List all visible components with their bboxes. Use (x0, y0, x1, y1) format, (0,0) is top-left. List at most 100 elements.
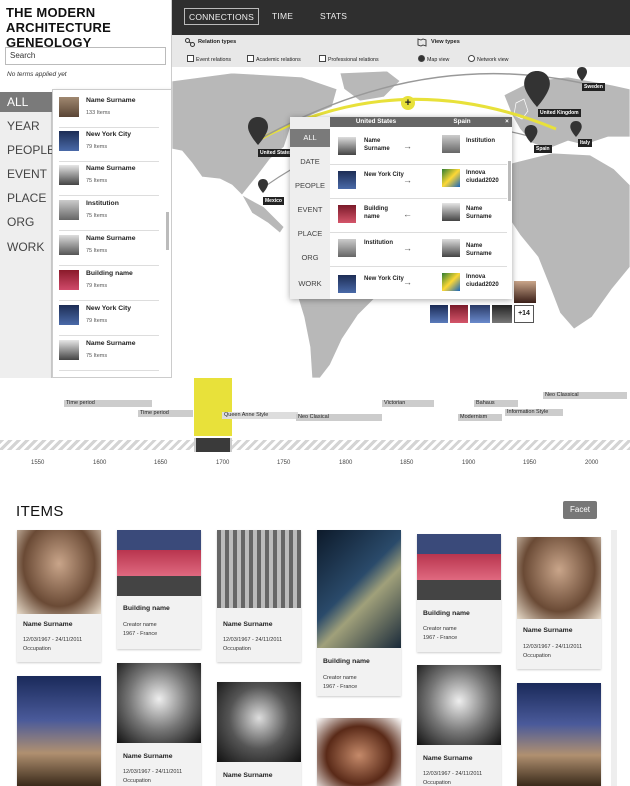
timeline-track[interactable] (0, 438, 630, 452)
checkbox-icon[interactable] (187, 55, 194, 62)
time-period-bar[interactable]: Bahaus (474, 400, 518, 407)
arrow-right-icon: → (403, 243, 412, 253)
building-photo (117, 530, 201, 596)
time-period-bar[interactable]: Time period (64, 400, 152, 407)
popup-filter-work[interactable]: WORK (290, 275, 330, 293)
cluster-photo[interactable] (430, 305, 448, 323)
popup-filter-date[interactable]: DATE (290, 153, 330, 171)
more-photos-button[interactable]: +14 (514, 305, 534, 323)
map-pin-icon[interactable] (524, 125, 538, 143)
item-card[interactable]: Name Surname 12/03/1967 - 24/11/2011 Occ… (217, 530, 301, 662)
item-card[interactable]: Name Surname 12/03/1967 - 24/11/2011 Occ… (517, 537, 601, 669)
map-plus-button[interactable]: + (401, 96, 415, 110)
popup-scrollbar[interactable] (508, 161, 511, 201)
search-input[interactable]: Search (5, 47, 166, 65)
timeline-range-handle[interactable] (194, 438, 232, 452)
network-view-radio[interactable]: Network view (468, 55, 509, 63)
list-item[interactable]: Name Surname 75 Items (59, 162, 159, 196)
list-scrollbar[interactable] (166, 212, 169, 250)
timeline-selection[interactable] (194, 378, 232, 436)
institution-photo-icon (59, 200, 79, 220)
connection-row[interactable]: New York City → Innova ciudad2020 (330, 165, 507, 199)
tab-connections[interactable]: CONNECTIONS (184, 8, 260, 25)
list-item[interactable]: New York City 79 Items (59, 128, 159, 162)
item-card[interactable]: Name Surname 12/03/1967 - 24/11/2011 Occ… (417, 665, 501, 786)
filter-org[interactable]: ORG (0, 212, 52, 232)
pin-label-sweden[interactable]: Sweden (582, 83, 605, 91)
item-card[interactable] (517, 683, 601, 786)
item-card[interactable]: Building name Creator name 1967 - France (317, 530, 401, 696)
item-card[interactable]: Building name Creator name 1967 - France (417, 534, 501, 652)
time-period-bar[interactable]: Victorian (382, 400, 434, 407)
popup-filter-place[interactable]: PLACE (290, 225, 330, 243)
pin-label-united-states[interactable]: United States (258, 149, 294, 157)
pin-label-united-kingdom[interactable]: United Kingdom (538, 109, 581, 117)
timeline[interactable]: Time period Time period Queen Anne Style… (0, 378, 630, 470)
map-pin-icon[interactable] (570, 121, 582, 137)
connection-row[interactable]: Institution → Name Surname (330, 233, 507, 267)
map-pin-icon[interactable] (258, 179, 268, 193)
connection-row[interactable]: New York City → Innova ciudad2020 (330, 267, 507, 299)
list-item[interactable]: Name Surname 133 Items (59, 94, 159, 128)
building-photo (17, 676, 101, 786)
person-photo (517, 537, 601, 619)
time-period-bar[interactable]: Neo Classical (543, 392, 627, 399)
pin-label-italy[interactable]: Italy (578, 139, 593, 147)
academic-relations-checkbox[interactable]: Academic relations (247, 55, 301, 63)
item-card[interactable] (17, 676, 101, 786)
professional-relations-checkbox[interactable]: Professional relations (319, 55, 379, 63)
checkbox-icon[interactable] (319, 55, 326, 62)
cluster-photo[interactable] (492, 305, 512, 323)
filter-year[interactable]: YEAR (0, 116, 52, 136)
popup-filter-event[interactable]: EVENT (290, 201, 330, 219)
radio-selected-icon[interactable] (418, 55, 425, 62)
item-card[interactable]: Name Surname (217, 682, 301, 786)
item-card[interactable]: Name Surname 12/03/1967 - 24/11/2011 Occ… (117, 663, 201, 786)
time-period-bar[interactable]: Modernism (458, 414, 502, 421)
cluster-photo[interactable] (470, 305, 490, 323)
person-photo-icon (59, 165, 79, 185)
connection-row[interactable]: Name Surname → Institution (330, 131, 507, 165)
person-photo-icon (338, 137, 356, 155)
cluster-photo[interactable] (450, 305, 468, 323)
tab-time[interactable]: TIME (268, 8, 297, 25)
checkbox-icon[interactable] (247, 55, 254, 62)
person-photo-icon (59, 235, 79, 255)
filter-all[interactable]: ALL (0, 92, 52, 112)
item-card[interactable] (317, 718, 401, 786)
list-item[interactable]: Institution 75 Items (59, 197, 159, 231)
popup-filter-org[interactable]: ORG (290, 249, 330, 267)
map-view-radio[interactable]: Map view (418, 55, 449, 63)
time-period-bar[interactable]: Information Style (505, 409, 563, 416)
map-pin-icon[interactable] (248, 117, 268, 145)
close-icon[interactable]: × (502, 117, 512, 127)
no-terms-text: No terms applied yet (7, 71, 67, 78)
building-photo (517, 683, 601, 786)
pin-label-mexico[interactable]: Mexico (263, 197, 284, 205)
time-period-bar[interactable]: Neo Clasical (296, 414, 382, 421)
pin-label-spain[interactable]: Spain (534, 145, 552, 153)
cluster-photo[interactable] (514, 281, 536, 303)
event-relations-checkbox[interactable]: Event relations (187, 55, 231, 63)
filter-work[interactable]: WORK (0, 237, 52, 257)
time-period-bar[interactable]: Time period (138, 410, 193, 417)
radio-icon[interactable] (468, 55, 475, 62)
popup-filter-all[interactable]: ALL (290, 129, 330, 147)
item-card[interactable]: Building name Creator name 1967 - France (117, 530, 201, 649)
filter-event[interactable]: EVENT (0, 164, 52, 184)
filter-place[interactable]: PLACE (0, 188, 52, 208)
items-scrollbar[interactable] (611, 530, 617, 786)
list-item[interactable]: Building name 79 Items (59, 267, 159, 301)
item-card[interactable]: Name Surname 12/03/1967 - 24/11/2011 Occ… (17, 530, 101, 662)
connection-row[interactable]: Building name ← Name Surname (330, 199, 507, 233)
facet-button[interactable]: Facet (563, 501, 597, 519)
list-item[interactable]: New York City 79 Items (59, 302, 159, 336)
map-pin-icon[interactable] (577, 67, 587, 81)
map-pin-icon[interactable] (524, 71, 550, 107)
list-item[interactable]: Name Surname 75 Items (59, 232, 159, 266)
popup-filter-people[interactable]: PEOPLE (290, 177, 330, 195)
tab-stats[interactable]: STATS (316, 8, 351, 25)
filter-people[interactable]: PEOPLE (0, 140, 55, 160)
list-item[interactable]: Name Surname 75 Items (59, 337, 159, 371)
time-period-bar[interactable]: Queen Anne Style (222, 412, 298, 419)
